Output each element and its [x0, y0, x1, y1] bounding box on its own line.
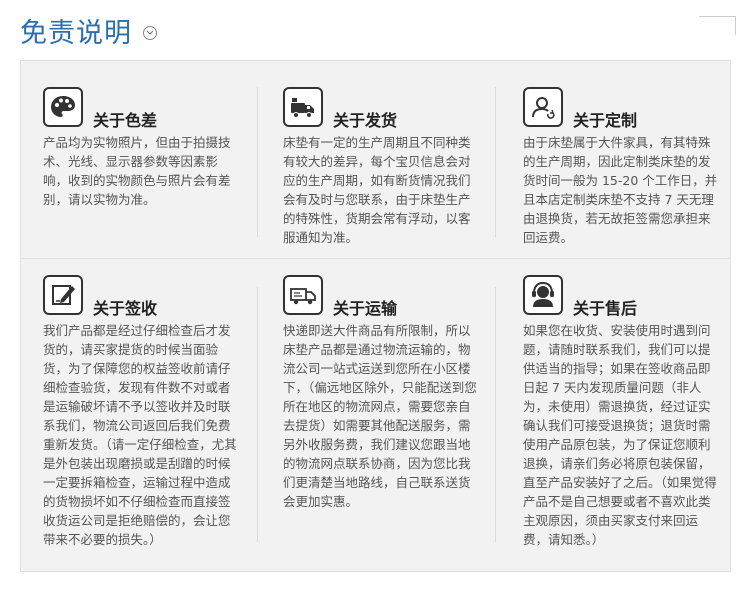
card-text: 产品均为实物照片，但由于拍摄技术、光线、显示器参数等因素影响，收到的实物颜色与照… [43, 135, 231, 207]
card-shipping-time: 关于发货 床垫有一定的生产周期且不同种类有较大的差异，每个宝贝信息会对应的生产周… [283, 87, 479, 247]
card-text: 我们产品都是经过仔细检查后才发货的，请买家提货的时候当面验货，为了保障您的权益签… [43, 323, 237, 547]
disclaimer-panel: 关于色差 产品均为实物照片，但由于拍摄技术、光线、显示器参数等因素影响，收到的实… [20, 60, 731, 572]
customer-service-icon [523, 275, 563, 315]
card-after-sales: 关于售后 如果您在收货、安装使用时遇到问题，请随时联系我们，我们可以提供适当的指… [523, 275, 719, 549]
page-title: 免责说明 [20, 18, 132, 49]
shipping-truck-icon [283, 275, 323, 315]
card-title: 关于运输 [333, 299, 398, 318]
edit-pen-icon [43, 275, 83, 315]
palette-icon [43, 87, 83, 127]
card-text: 由于床垫属于大件家具，有其特殊的生产周期，因此定制类床垫的发货时间一般为 15-… [523, 135, 718, 245]
card-customization: 关于定制 由于床垫属于大件家具，有其特殊的生产周期，因此定制类床垫的发货时间一般… [523, 87, 719, 247]
column-divider [495, 87, 496, 237]
card-title: 关于色差 [93, 111, 158, 130]
column-divider [495, 287, 496, 542]
page-header: 免责说明 [20, 14, 158, 54]
card-title: 关于签收 [93, 299, 158, 318]
card-text: 床垫有一定的生产周期且不同种类有较大的差异，每个宝贝信息会对应的生产周期，如有断… [283, 135, 471, 245]
row-divider [21, 258, 730, 259]
card-text: 快递即送大件商品有所限制，所以床垫产品都是通过物流运输的，物流公司一站式运送到您… [283, 323, 477, 509]
card-title: 关于发货 [333, 111, 398, 130]
card-transport: 关于运输 快递即送大件商品有所限制，所以床垫产品都是通过物流运输的，物流公司一站… [283, 275, 479, 511]
chevron-down-icon[interactable] [143, 26, 158, 40]
corner-decoration [699, 16, 736, 35]
card-text: 如果您在收货、安装使用时遇到问题，请随时联系我们，我们可以提供适当的指导；如果在… [523, 323, 717, 547]
column-divider [257, 87, 258, 237]
card-title: 关于定制 [573, 111, 638, 130]
card-title: 关于售后 [573, 299, 638, 318]
user-profile-icon [523, 87, 563, 127]
delivery-truck-icon [283, 87, 323, 127]
column-divider [257, 287, 258, 542]
card-color-difference: 关于色差 产品均为实物照片，但由于拍摄技术、光线、显示器参数等因素影响，收到的实… [43, 87, 239, 209]
card-receipt: 关于签收 我们产品都是经过仔细检查后才发货的，请买家提货的时候当面验货，为了保障… [43, 275, 239, 549]
